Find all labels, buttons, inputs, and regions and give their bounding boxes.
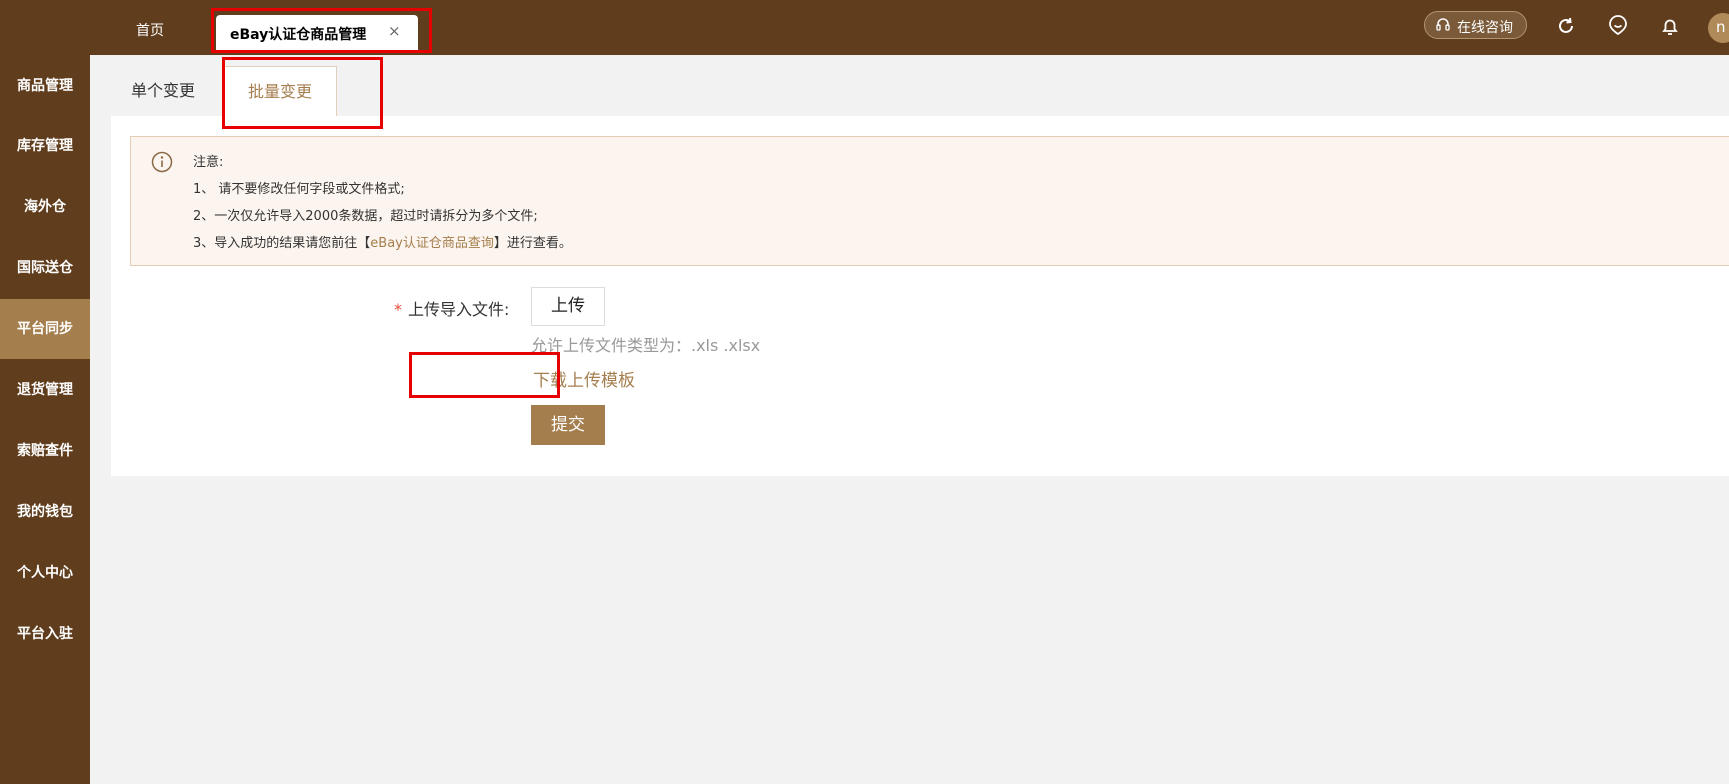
sidebar-item-international-delivery[interactable]: 国际送仓 [0,238,90,298]
notice-line-2: 2、一次仅允许导入2000条数据，超过时请拆分为多个文件; [193,209,538,224]
tab-label: eBay认证仓商品管理 [230,27,367,43]
upload-file-label: * 上传导入文件: [394,296,509,320]
tab-batch-change[interactable]: 批量变更 [223,66,337,116]
notice-line-3-suffix: 】进行查看。 [493,236,572,251]
tab-home[interactable]: 首页 [136,20,164,40]
notice-title: 注意: [193,155,224,170]
bell-icon[interactable] [1659,15,1681,37]
file-type-hint: 允许上传文件类型为：.xls .xlsx [531,336,761,355]
notice-box: 注意: 1、 请不要修改任何字段或文件格式; 2、一次仅允许导入2000条数据，… [130,136,1729,266]
refresh-icon[interactable] [1555,15,1577,37]
sidebar: 商品管理 库存管理 海外仓 国际送仓 平台同步 退货管理 索赔查件 我的钱包 个… [0,0,90,784]
online-consult-label: 在线咨询 [1457,20,1513,36]
tab-ebay-product-management[interactable]: eBay认证仓商品管理 × [216,15,418,53]
sidebar-item-overseas-warehouse[interactable]: 海外仓 [0,177,90,237]
notice-line-1: 1、 请不要修改任何字段或文件格式; [193,182,405,197]
sidebar-item-platform-onboarding[interactable]: 平台入驻 [0,604,90,664]
notice-line-3-prefix: 3、导入成功的结果请您前往【 [193,236,371,251]
tab-single-change[interactable]: 单个变更 [131,66,195,116]
upload-file-label-text: 上传导入文件: [408,300,510,319]
service-icon[interactable] [1607,15,1629,37]
online-consult-button[interactable]: 在线咨询 [1424,11,1527,39]
ebay-product-query-link[interactable]: eBay认证仓商品查询 [370,236,494,251]
upload-button[interactable]: 上传 [531,287,605,326]
notice-line-3: 3、导入成功的结果请您前往【eBay认证仓商品查询】进行查看。 [193,232,572,251]
sidebar-item-inventory-management[interactable]: 库存管理 [0,116,90,176]
top-bar: 首页 eBay认证仓商品管理 × 在线咨询 n [0,0,1729,55]
main-content: 单个变更 批量变更 注意: 1、 请不要修改任何字段或文件格式; 2、一次仅允许… [111,66,1729,476]
sidebar-item-product-management[interactable]: 商品管理 [0,56,90,116]
info-icon [151,151,173,173]
headset-icon [1436,18,1450,31]
subtab-bar: 单个变更 批量变更 [111,66,1729,116]
download-template-link[interactable]: 下载上传模板 [533,366,635,391]
sidebar-item-returns-management[interactable]: 退货管理 [0,360,90,420]
avatar[interactable]: n [1708,13,1729,43]
sidebar-item-personal-center[interactable]: 个人中心 [0,543,90,603]
submit-button[interactable]: 提交 [531,405,605,445]
required-mark: * [394,300,402,319]
sidebar-item-claims[interactable]: 索赔查件 [0,421,90,481]
sidebar-item-platform-sync[interactable]: 平台同步 [0,299,90,359]
sidebar-item-wallet[interactable]: 我的钱包 [0,482,90,542]
close-icon[interactable]: × [388,22,401,40]
